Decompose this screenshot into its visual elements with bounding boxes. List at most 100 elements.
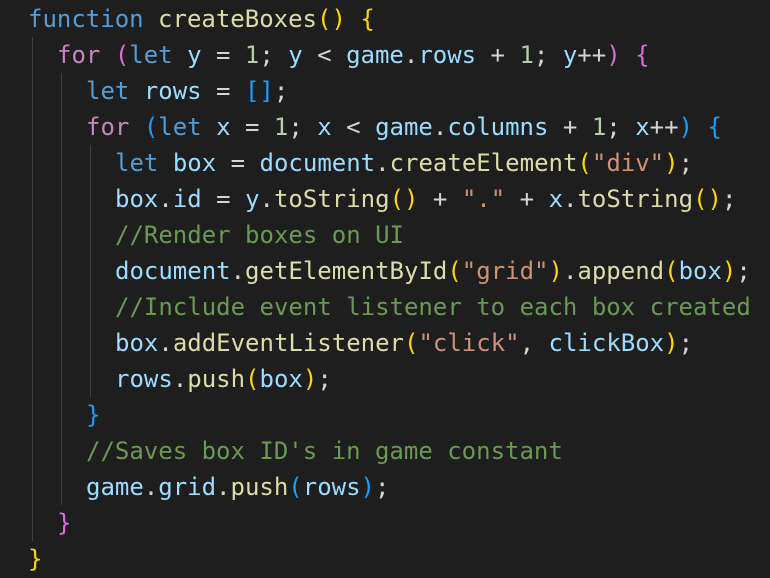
code-token: . (143, 473, 159, 501)
code-token: //Render boxes on UI (115, 221, 404, 249)
code-token: grid (158, 473, 217, 501)
code-line: for (let y = 1; y < game.rows + 1; y++) … (57, 37, 650, 73)
code-token: ) (302, 365, 318, 393)
code-token: ) (664, 149, 679, 177)
code-editor[interactable]: function createBoxes() {for (let y = 1; … (0, 0, 770, 578)
code-token: ; (273, 77, 289, 105)
code-token: document (259, 149, 376, 177)
code-token: ; (721, 185, 737, 213)
code-token: < (302, 41, 347, 69)
code-token: toString (273, 185, 390, 213)
code-token: ) (360, 473, 375, 501)
code-token: ( (143, 113, 159, 141)
indent-guide (90, 145, 91, 397)
code-token: let (115, 149, 159, 177)
code-line: //Saves box ID's in game constant (86, 433, 563, 469)
code-token: y (288, 41, 303, 69)
code-token: columns (447, 113, 549, 141)
code-line: let box = document.createElement("div"); (115, 145, 693, 181)
code-token: "grid" (461, 257, 549, 285)
code-token: . (216, 473, 231, 501)
code-token: ; (678, 329, 694, 357)
code-token: x (317, 113, 332, 141)
code-line: box.id = y.toString() + "." + x.toString… (115, 181, 736, 217)
code-token: ; (606, 113, 636, 141)
code-token: ; (317, 365, 332, 393)
code-token: let (86, 77, 130, 105)
code-token: //Include event listener to each box cre… (115, 293, 751, 321)
code-line: //Include event listener to each box cre… (115, 289, 751, 325)
code-token: ++ (649, 113, 679, 141)
code-token: for (57, 41, 101, 69)
code-token: //Saves box ID's in game constant (86, 437, 563, 465)
code-token: function (28, 5, 144, 33)
code-token: ++ (577, 41, 607, 69)
code-token: box (115, 185, 159, 213)
code-token: rows (143, 77, 202, 105)
code-token: push (230, 473, 289, 501)
code-token: game (346, 41, 404, 69)
code-token: 1 (591, 113, 607, 141)
code-token: game (86, 473, 144, 501)
code-token: ( (447, 257, 462, 285)
code-token: "click" (418, 329, 520, 357)
code-line: game.grid.push(rows); (86, 469, 389, 505)
code-token: ) (548, 257, 563, 285)
code-line: document.getElementById("grid").append(b… (115, 253, 751, 289)
code-token: + (418, 185, 462, 213)
code-token: = (230, 113, 274, 141)
code-token: box (115, 329, 159, 357)
code-token: } (57, 509, 72, 537)
code-token: < (331, 113, 376, 141)
code-token: ) (721, 257, 737, 285)
code-token: box (172, 149, 217, 177)
code-token: , (519, 329, 549, 357)
code-token: 1 (519, 41, 534, 69)
code-token: createBoxes (158, 5, 317, 33)
code-token: . (375, 149, 390, 177)
code-token: ( (664, 257, 679, 285)
code-line: } (86, 397, 100, 433)
code-line: rows.push(box); (115, 361, 332, 397)
code-token: x (216, 113, 231, 141)
code-token: . (158, 185, 173, 213)
code-token: + (505, 185, 549, 213)
code-line: //Render boxes on UI (115, 217, 404, 253)
code-token: . (563, 185, 578, 213)
code-token: rows (418, 41, 477, 69)
code-token: = (216, 149, 260, 177)
code-token: let (158, 113, 202, 141)
code-line: } (57, 505, 71, 541)
code-token: ; (533, 41, 563, 69)
code-token: . (403, 41, 419, 69)
code-token: "." (461, 185, 506, 213)
code-token: id (172, 185, 202, 213)
code-token: for (86, 113, 130, 141)
code-token: "div" (591, 149, 665, 177)
code-token: addEventListener (172, 329, 404, 357)
code-token: box (259, 365, 303, 393)
code-token: = (201, 185, 246, 213)
code-token: . (432, 113, 448, 141)
indent-guide (32, 37, 33, 541)
code-token: ) (664, 329, 679, 357)
code-line: let rows = []; (86, 73, 288, 109)
code-token: clickBox (548, 329, 665, 357)
code-token: ; (259, 41, 289, 69)
code-token: ( (577, 149, 592, 177)
code-token: 1 (273, 113, 289, 141)
code-token: = (201, 77, 245, 105)
code-token: getElementById (245, 257, 448, 285)
code-token: ) (678, 113, 693, 141)
code-token: . (259, 185, 274, 213)
code-token: ; (288, 113, 318, 141)
code-token: . (562, 257, 578, 285)
